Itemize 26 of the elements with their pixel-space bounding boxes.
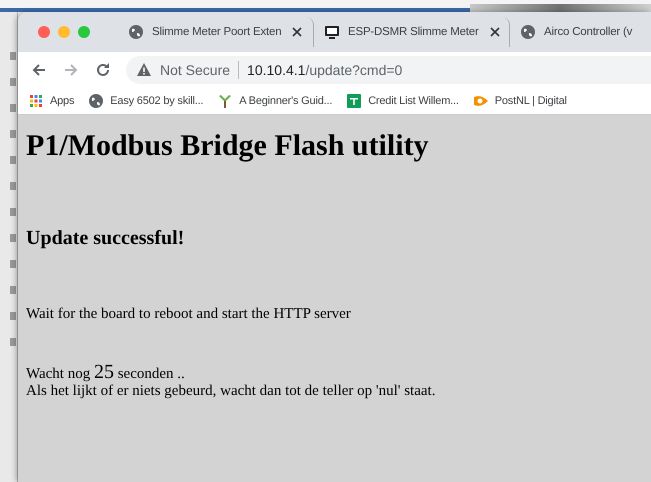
browser-tab[interactable]: ESP-DSMR Slimme Meter [314,17,510,47]
monitor-icon [324,24,340,40]
warning-icon [136,62,152,78]
reload-icon[interactable] [94,61,112,79]
security-label: Not Secure [160,62,230,78]
sheet-icon [346,93,362,109]
apps-grid-icon [28,93,44,109]
bookmark-link[interactable]: Credit List Willem... [368,95,459,107]
countdown-text: Wacht nog 25 seconden .. [26,363,186,383]
browser-tab[interactable]: Slimme Meter Poort Exten [118,17,314,47]
tree-icon [217,93,234,109]
bookmark-link[interactable]: A Beginner's Guid... [239,95,332,107]
status-heading: Update successful! [26,227,186,250]
hint-text: Als het lijkt of er niets gebeurd, wacht dan tot de teller op 'nul' staat. [26,383,436,399]
bookmark-link[interactable]: Apps [50,95,74,107]
globe-icon [128,24,144,40]
address-bar[interactable]: Not Secure 10.10.4.1/update?cmd=0 [126,56,651,84]
page-heading: P1/Modbus Bridge Flash utility [26,129,430,163]
globe-icon [88,93,104,109]
bookmark-link[interactable]: PostNL | Digital [494,95,567,107]
parcel-icon [472,93,489,109]
browser-tab[interactable]: Airco Controller (v [510,17,651,47]
globe-icon [520,24,536,40]
message-text: Wait for the board to reboot and start the HTTP server [26,306,352,323]
bookmark-link[interactable]: Easy 6502 by skill... [110,95,204,107]
url-text: 10.10.4.1/update?cmd=0 [247,62,402,78]
